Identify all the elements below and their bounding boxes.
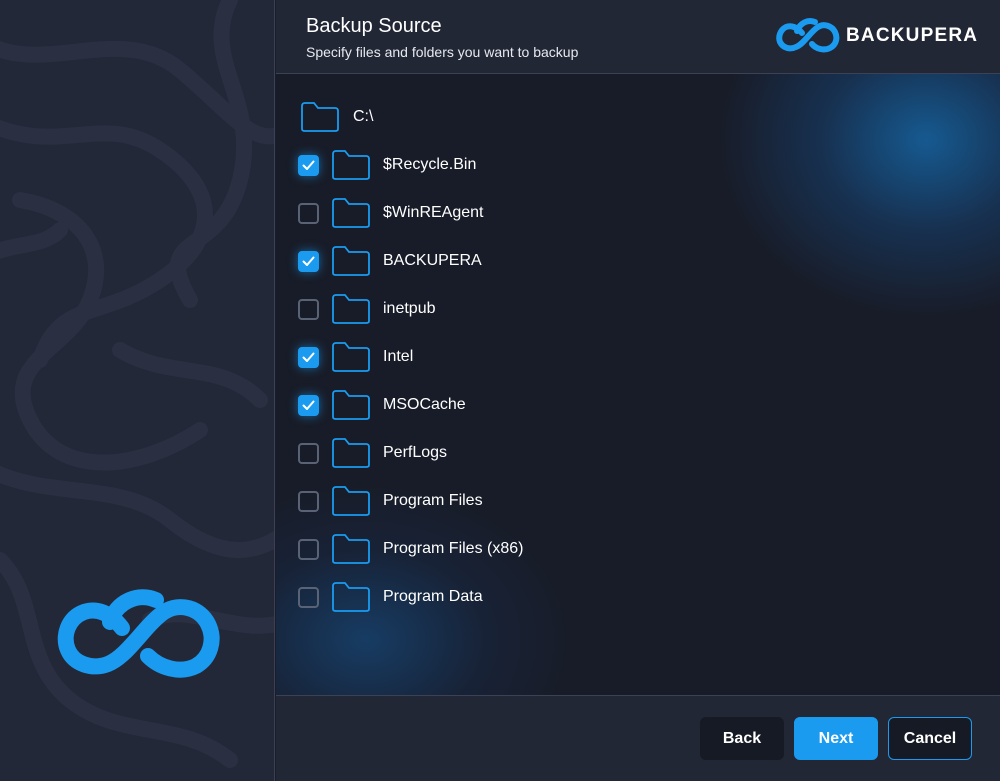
- back-button[interactable]: Back: [700, 717, 784, 760]
- page-subtitle: Specify files and folders you want to ba…: [306, 44, 579, 60]
- side-panel: [0, 0, 275, 781]
- header: Backup Source Specify files and folders …: [276, 0, 1000, 74]
- folder-icon: [332, 342, 370, 372]
- backupera-logo-large: [57, 589, 220, 678]
- folder-checkbox[interactable]: [298, 202, 319, 224]
- brand: BACKUPERA: [774, 16, 978, 56]
- footer: Back Next Cancel: [276, 695, 1000, 781]
- folder-row[interactable]: PerfLogs: [298, 436, 447, 470]
- folder-row[interactable]: MSOCache: [298, 388, 466, 422]
- folder-checkbox[interactable]: [298, 250, 319, 272]
- folder-label: Program Files (x86): [383, 540, 524, 557]
- folder-icon: [332, 486, 370, 516]
- folder-checkbox[interactable]: [298, 394, 319, 416]
- folder-icon: [332, 150, 370, 180]
- folder-checkbox[interactable]: [298, 154, 319, 176]
- folder-row[interactable]: Program Files: [298, 484, 483, 518]
- folder-checkbox[interactable]: [298, 298, 319, 320]
- tree-root[interactable]: C:\: [300, 100, 373, 134]
- tree-root-label: C:\: [353, 108, 374, 125]
- folder-row[interactable]: inetpub: [298, 292, 436, 326]
- folder-label: PerfLogs: [383, 444, 448, 461]
- folder-checkbox[interactable]: [298, 346, 319, 368]
- check-icon: [302, 160, 315, 170]
- folder-checkbox[interactable]: [298, 490, 319, 512]
- backupera-logo-icon: [776, 18, 840, 53]
- folder-icon: [301, 102, 339, 132]
- folder-row[interactable]: BACKUPERA: [298, 244, 482, 278]
- main-area: Backup Source Specify files and folders …: [276, 0, 1000, 781]
- folder-row[interactable]: $WinREAgent: [298, 196, 484, 230]
- folder-label: Intel: [383, 348, 414, 365]
- check-icon: [302, 400, 315, 410]
- next-button[interactable]: Next: [794, 717, 878, 760]
- folder-label: MSOCache: [383, 396, 466, 413]
- folder-label: BACKUPERA: [383, 252, 482, 269]
- folder-label: $WinREAgent: [383, 204, 484, 221]
- folder-row[interactable]: Program Data: [298, 580, 483, 614]
- folder-icon: [332, 198, 370, 228]
- cancel-button[interactable]: Cancel: [888, 717, 972, 760]
- folder-icon: [332, 294, 370, 324]
- check-icon: [302, 352, 315, 362]
- folder-label: Program Files: [383, 492, 483, 509]
- folder-checkbox[interactable]: [298, 442, 319, 464]
- folder-label: Program Data: [383, 588, 483, 605]
- folder-checkbox[interactable]: [298, 538, 319, 560]
- folder-icon: [332, 246, 370, 276]
- check-icon: [302, 256, 315, 266]
- folder-label: inetpub: [383, 300, 436, 317]
- brand-name: BACKUPERA: [846, 25, 979, 46]
- folder-icon: [332, 534, 370, 564]
- folder-icon: [332, 582, 370, 612]
- folder-row[interactable]: $Recycle.Bin: [298, 148, 476, 182]
- folder-icon: [332, 438, 370, 468]
- folder-row[interactable]: Intel: [298, 340, 413, 374]
- folder-icon: [332, 390, 370, 420]
- folder-label: $Recycle.Bin: [383, 156, 477, 173]
- folder-row[interactable]: Program Files (x86): [298, 532, 523, 566]
- folder-checkbox[interactable]: [298, 586, 319, 608]
- page-title: Backup Source: [306, 15, 442, 37]
